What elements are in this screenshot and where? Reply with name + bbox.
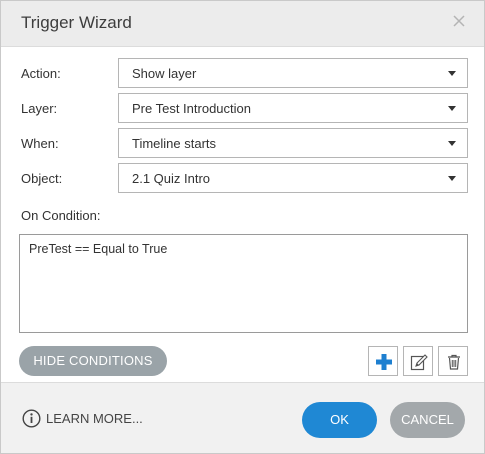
- edit-icon: [410, 354, 428, 371]
- chevron-down-icon: [448, 176, 456, 181]
- add-condition-button[interactable]: [368, 346, 398, 376]
- close-icon[interactable]: [452, 14, 466, 28]
- trash-icon: [448, 354, 460, 370]
- on-condition-label: On Condition:: [21, 208, 101, 223]
- conditions-list[interactable]: PreTest == Equal to True: [19, 234, 468, 333]
- layer-row: Layer: Pre Test Introduction: [1, 93, 484, 123]
- action-row: Action: Show layer: [1, 58, 484, 88]
- chevron-down-icon: [448, 71, 456, 76]
- hide-conditions-button[interactable]: HIDE CONDITIONS: [19, 346, 167, 376]
- layer-value: Pre Test Introduction: [132, 101, 251, 116]
- info-icon: [22, 409, 41, 428]
- edit-condition-button[interactable]: [403, 346, 433, 376]
- when-row: When: Timeline starts: [1, 128, 484, 158]
- when-value: Timeline starts: [132, 136, 217, 151]
- ok-button[interactable]: OK: [302, 402, 377, 438]
- plus-icon: [376, 354, 392, 370]
- when-select[interactable]: Timeline starts: [118, 128, 468, 158]
- dialog-title: Trigger Wizard: [21, 13, 132, 32]
- object-row: Object: 2.1 Quiz Intro: [1, 163, 484, 193]
- layer-label: Layer:: [21, 101, 58, 116]
- object-select[interactable]: 2.1 Quiz Intro: [118, 163, 468, 193]
- object-value: 2.1 Quiz Intro: [132, 171, 211, 186]
- object-label: Object:: [21, 171, 63, 186]
- action-label: Action:: [21, 66, 61, 81]
- title-bar: Trigger Wizard: [1, 1, 484, 47]
- dialog-footer: LEARN MORE... OK CANCEL: [1, 382, 484, 453]
- action-select[interactable]: Show layer: [118, 58, 468, 88]
- chevron-down-icon: [448, 141, 456, 146]
- trigger-wizard-dialog: Trigger Wizard Action: Show layer Layer:…: [0, 0, 485, 454]
- when-label: When:: [21, 136, 59, 151]
- chevron-down-icon: [448, 106, 456, 111]
- condition-item[interactable]: PreTest == Equal to True: [29, 242, 167, 256]
- layer-select[interactable]: Pre Test Introduction: [118, 93, 468, 123]
- action-value: Show layer: [132, 66, 197, 81]
- learn-more-label: LEARN MORE...: [46, 411, 143, 426]
- delete-condition-button[interactable]: [438, 346, 468, 376]
- cancel-button[interactable]: CANCEL: [390, 402, 465, 438]
